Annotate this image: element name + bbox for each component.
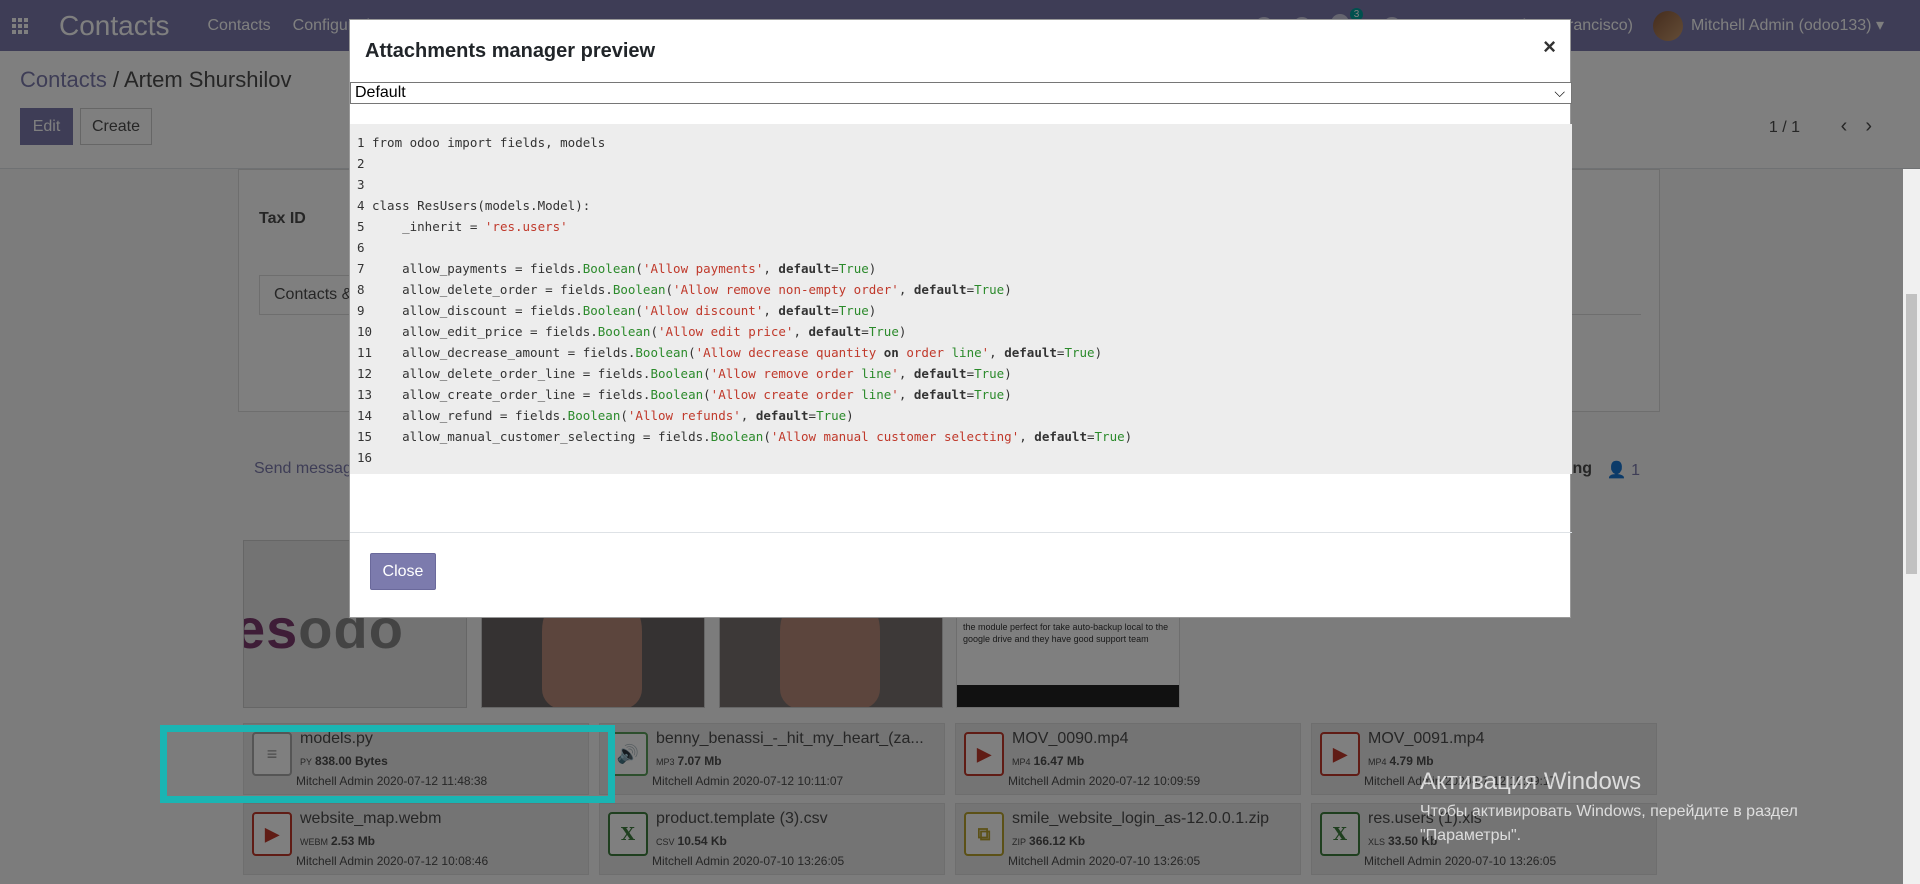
line-number: 3	[357, 177, 365, 192]
code-text: class ResUsers(models.Model):	[372, 198, 591, 213]
line-number: 13	[357, 387, 373, 402]
code-text: allow_create_order_line = fields.Boolean…	[372, 387, 1012, 402]
code-text: allow_refund = fields.Boolean('Allow ref…	[372, 408, 854, 423]
windows-activation-line1: Чтобы активировать Windows, перейдите в …	[1420, 803, 1798, 820]
code-line: 12 allow_delete_order_line = fields.Bool…	[350, 363, 1572, 384]
close-button[interactable]: Close	[370, 553, 436, 590]
attachments-preview-modal: Attachments manager preview × Default ⌵ …	[349, 19, 1572, 618]
close-icon[interactable]: ×	[1543, 34, 1556, 60]
code-text: allow_delete_order = fields.Boolean('All…	[372, 282, 1012, 297]
style-select[interactable]: Default ⌵	[350, 82, 1572, 104]
code-line: 5 _inherit = 'res.users'	[350, 216, 1572, 237]
windows-activation-line2: "Параметры".	[1420, 827, 1522, 844]
windows-activation-title: Активация Windows	[1420, 768, 1642, 795]
code-line: 16	[350, 447, 1572, 468]
page-scrollbar[interactable]	[1903, 169, 1920, 884]
line-number: 8	[357, 282, 365, 297]
line-number: 4	[357, 198, 365, 213]
code-text: allow_decrease_amount = fields.Boolean('…	[372, 345, 1103, 360]
code-text: allow_discount = fields.Boolean('Allow d…	[372, 303, 877, 318]
code-line: 6	[350, 237, 1572, 258]
scrollbar-thumb[interactable]	[1906, 294, 1917, 574]
line-number: 12	[357, 366, 373, 381]
line-number: 9	[357, 303, 365, 318]
code-line: 10 allow_edit_price = fields.Boolean('Al…	[350, 321, 1572, 342]
code-line: 8 allow_delete_order = fields.Boolean('A…	[350, 279, 1572, 300]
line-number: 7	[357, 261, 365, 276]
code-preview: 1 from odoo import fields, models 2 3 4 class…	[350, 124, 1572, 474]
code-text: allow_edit_price = fields.Boolean('Allow…	[372, 324, 907, 339]
code-line: 2	[350, 153, 1572, 174]
code-text: allow_manual_customer_selecting = fields…	[372, 429, 1133, 444]
line-number: 16	[357, 450, 373, 465]
modal-title: Attachments manager preview	[365, 40, 656, 62]
code-line: 9 allow_discount = fields.Boolean('Allow…	[350, 300, 1572, 321]
line-number: 2	[357, 156, 365, 171]
code-line: 13 allow_create_order_line = fields.Bool…	[350, 384, 1572, 405]
code-line: 7 allow_payments = fields.Boolean('Allow…	[350, 258, 1572, 279]
code-line: 11 allow_decrease_amount = fields.Boolea…	[350, 342, 1572, 363]
code-text: _inherit = 'res.users'	[372, 219, 568, 234]
selection-highlight	[160, 725, 615, 803]
line-number: 10	[357, 324, 373, 339]
line-number: 14	[357, 408, 373, 423]
chevron-down-icon: ⌵	[1554, 84, 1565, 100]
line-number: 15	[357, 429, 373, 444]
code-text: allow_payments = fields.Boolean('Allow p…	[372, 261, 877, 276]
line-number: 11	[357, 345, 373, 360]
line-number: 5	[357, 219, 365, 234]
code-text: allow_delete_order_line = fields.Boolean…	[372, 366, 1012, 381]
code-line: 4 class ResUsers(models.Model):	[350, 195, 1572, 216]
code-line: 3	[350, 174, 1572, 195]
code-line: 15 allow_manual_customer_selecting = fie…	[350, 426, 1572, 447]
line-number: 1	[357, 135, 365, 150]
modal-footer: Close	[350, 532, 1572, 618]
style-select-value: Default	[355, 84, 406, 101]
code-line: 14 allow_refund = fields.Boolean('Allow …	[350, 405, 1572, 426]
code-text: from odoo import fields, models	[372, 135, 606, 150]
windows-activation-text: Чтобы активировать Windows, перейдите в …	[1420, 800, 1798, 848]
line-number: 6	[357, 240, 365, 255]
code-line: 1 from odoo import fields, models	[350, 132, 1572, 153]
